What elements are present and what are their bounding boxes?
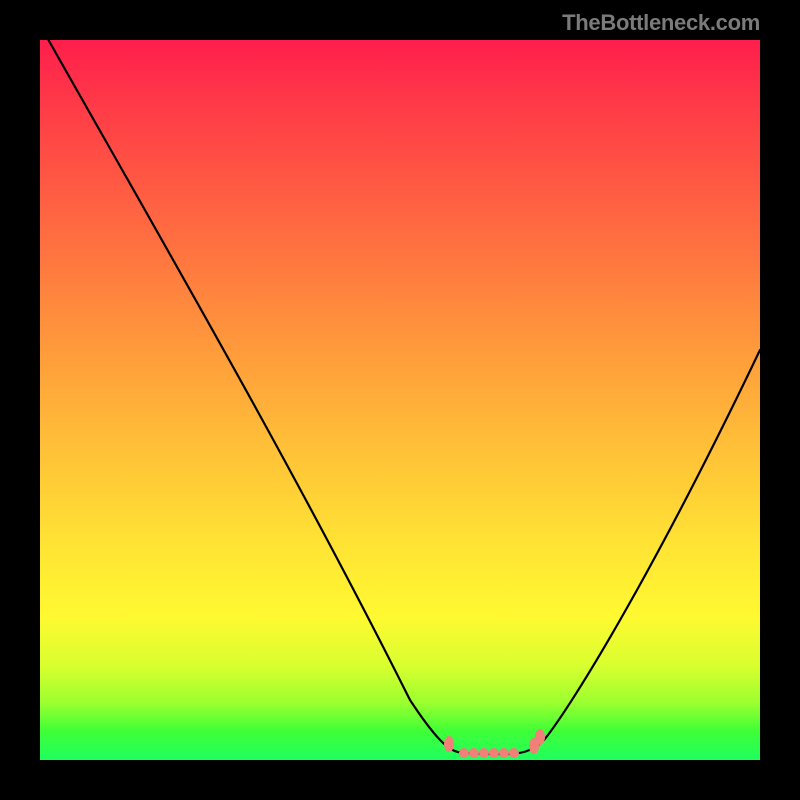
bottleneck-curve <box>40 40 760 754</box>
chart-area <box>40 40 760 760</box>
trough-highlight <box>444 729 545 758</box>
curve-plot <box>40 40 760 760</box>
watermark-text: TheBottleneck.com <box>562 10 760 36</box>
